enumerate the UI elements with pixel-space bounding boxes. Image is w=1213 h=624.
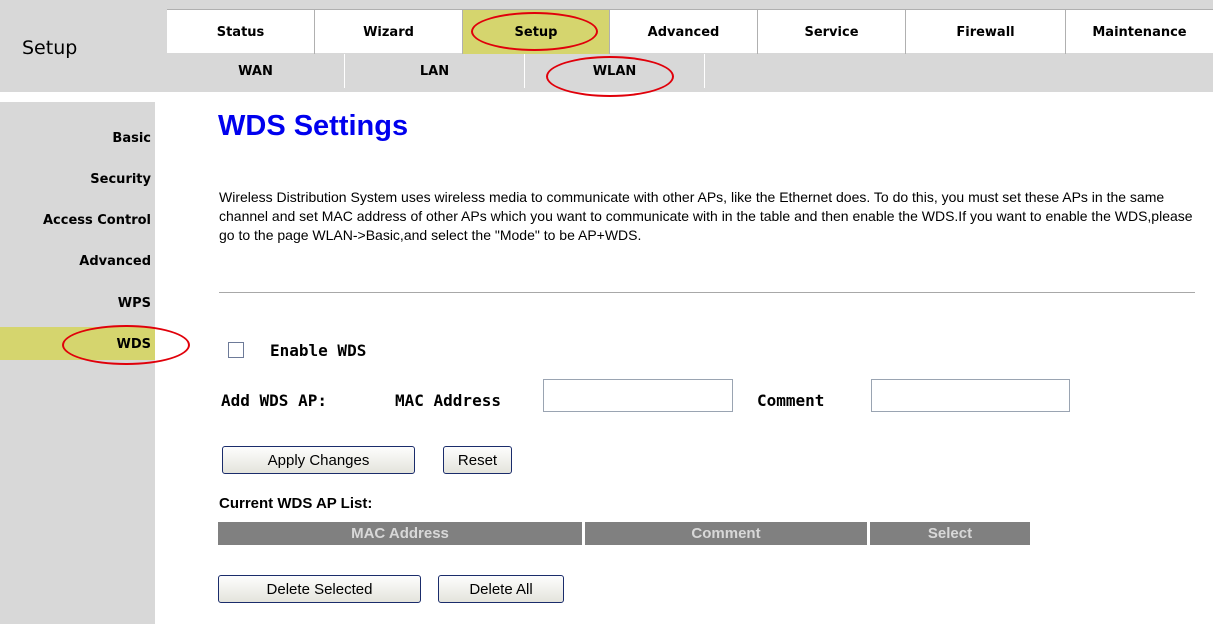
sub-tab-bar: WAN LAN WLAN xyxy=(167,54,1213,88)
enable-wds-label: Enable WDS xyxy=(270,341,367,360)
sidebar-item-access-control[interactable]: Access Control xyxy=(43,213,151,228)
tab-maintenance[interactable]: Maintenance xyxy=(1066,10,1213,54)
section-title: Setup xyxy=(22,37,78,59)
delete-selected-button[interactable]: Delete Selected xyxy=(218,575,421,603)
subtab-wlan[interactable]: WLAN xyxy=(525,54,705,88)
wds-ap-list-title: Current WDS AP List: xyxy=(219,495,373,512)
page-description: Wireless Distribution System uses wirele… xyxy=(219,189,1193,243)
column-header-comment: Comment xyxy=(585,522,867,545)
sidebar-item-wds[interactable]: WDS xyxy=(117,337,152,352)
sidebar-item-wps[interactable]: WPS xyxy=(118,296,151,311)
reset-button[interactable]: Reset xyxy=(443,446,512,474)
subtab-lan[interactable]: LAN xyxy=(345,54,525,88)
sidebar-item-advanced[interactable]: Advanced xyxy=(79,254,151,269)
column-header-select: Select xyxy=(870,522,1030,545)
sidebar: Basic Security Access Control Advanced W… xyxy=(0,102,155,624)
add-wds-ap-label: Add WDS AP: xyxy=(221,391,327,410)
comment-input[interactable] xyxy=(871,379,1070,412)
comment-label: Comment xyxy=(757,391,825,410)
page-title: WDS Settings xyxy=(218,110,409,142)
tab-status[interactable]: Status xyxy=(167,10,315,54)
mac-address-label: MAC Address xyxy=(395,391,501,410)
sidebar-item-basic[interactable]: Basic xyxy=(112,131,151,146)
wds-ap-table-header: MAC Address Comment Select xyxy=(218,522,1030,545)
mac-address-input[interactable] xyxy=(543,379,733,412)
tab-advanced[interactable]: Advanced xyxy=(610,10,758,54)
subtab-wan[interactable]: WAN xyxy=(167,54,345,88)
tab-setup[interactable]: Setup xyxy=(463,10,610,54)
delete-all-button[interactable]: Delete All xyxy=(438,575,564,603)
main-tab-bar: Status Wizard Setup Advanced Service Fir… xyxy=(167,9,1213,54)
tab-firewall[interactable]: Firewall xyxy=(906,10,1066,54)
enable-wds-checkbox[interactable] xyxy=(228,342,244,358)
tab-wizard[interactable]: Wizard xyxy=(315,10,463,54)
tab-service[interactable]: Service xyxy=(758,10,906,54)
apply-changes-button[interactable]: Apply Changes xyxy=(222,446,415,474)
divider xyxy=(219,292,1195,293)
column-header-mac-address: MAC Address xyxy=(218,522,582,545)
sidebar-item-security[interactable]: Security xyxy=(90,172,151,187)
